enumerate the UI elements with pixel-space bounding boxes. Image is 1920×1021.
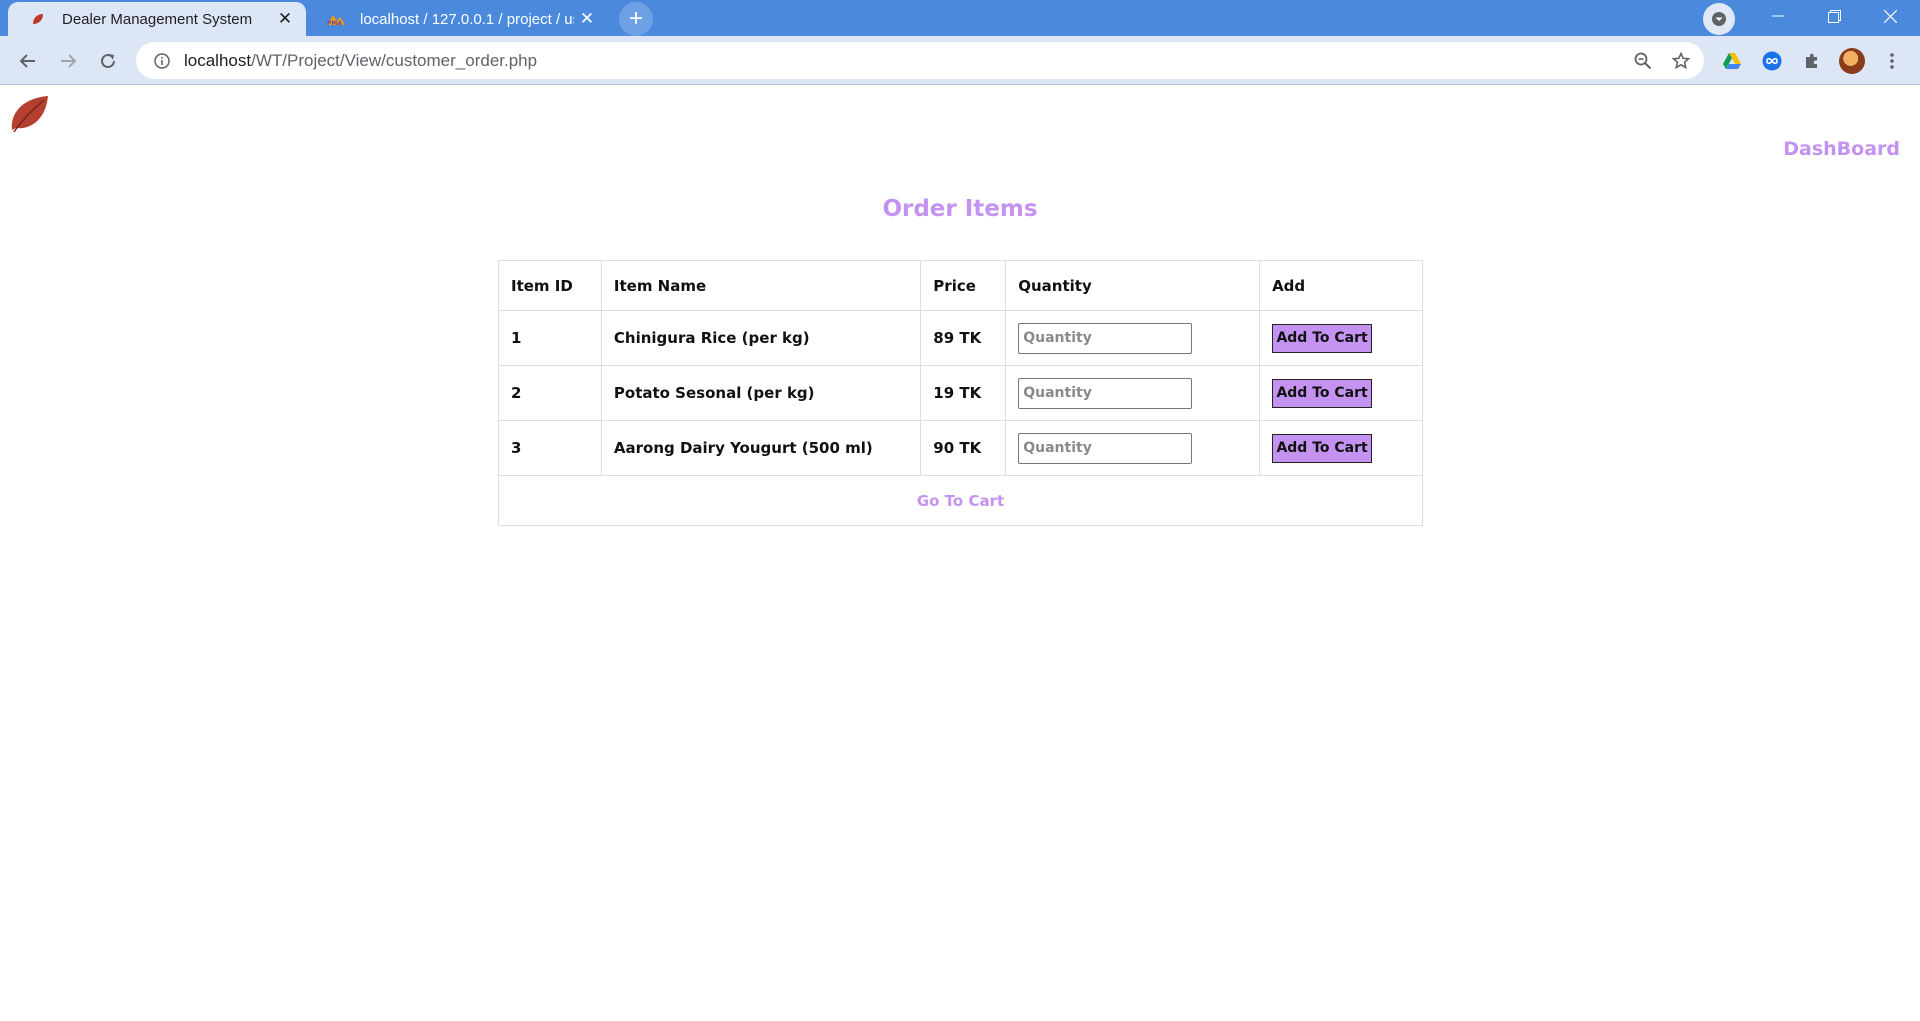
restore-icon[interactable] <box>1806 0 1862 32</box>
item-id-cell: 1 <box>498 310 602 366</box>
close-tab-icon[interactable]: ✕ <box>272 6 298 32</box>
quantity-cell <box>1005 365 1261 421</box>
minimize-icon[interactable] <box>1750 0 1806 32</box>
browser-toolbar: localhost/WT/Project/View/customer_order… <box>0 36 1920 85</box>
profile-avatar[interactable] <box>1836 45 1868 77</box>
quantity-input[interactable] <box>1018 432 1193 464</box>
extensions-puzzle-icon[interactable] <box>1796 45 1828 77</box>
add-cell: Add To Cart <box>1259 420 1423 476</box>
new-tab-button[interactable]: + <box>619 2 653 36</box>
go-to-cart-link[interactable]: Go To Cart <box>917 492 1004 510</box>
item-name-cell: Aarong Dairy Yougurt (500 ml) <box>600 420 922 476</box>
header-item-id: Item ID <box>498 260 602 311</box>
close-window-icon[interactable] <box>1862 0 1918 32</box>
site-info-icon[interactable] <box>140 52 184 69</box>
tab-phpmyadmin[interactable]: PMA localhost / 127.0.0.1 / project / us… <box>312 2 608 36</box>
header-add: Add <box>1259 260 1423 311</box>
zoom-icon[interactable] <box>1628 46 1658 76</box>
table-row: 3 Aarong Dairy Yougurt (500 ml) 90 TK Ad… <box>498 420 1423 476</box>
leaf-favicon-icon <box>28 11 48 27</box>
reload-icon[interactable] <box>92 45 124 77</box>
bookmark-star-icon[interactable] <box>1666 46 1696 76</box>
leaf-logo-icon[interactable] <box>8 92 50 134</box>
table-row: 1 Chinigura Rice (per kg) 89 TK Add To C… <box>498 310 1423 366</box>
tab-title: Dealer Management System <box>62 10 253 28</box>
price-cell: 90 TK <box>920 420 1007 476</box>
table-row: 2 Potato Sesonal (per kg) 19 TK Add To C… <box>498 365 1423 421</box>
tab-search-icon[interactable] <box>1703 3 1735 35</box>
footer-cell: Go To Cart <box>498 475 1423 526</box>
item-name-cell: Chinigura Rice (per kg) <box>600 310 922 366</box>
quantity-cell <box>1005 310 1261 366</box>
dashboard-link[interactable]: DashBoard <box>1783 138 1900 160</box>
item-name-cell: Potato Sesonal (per kg) <box>600 365 922 421</box>
avatar-image <box>1839 48 1865 74</box>
url-text: localhost/WT/Project/View/customer_order… <box>184 51 537 71</box>
add-to-cart-button[interactable]: Add To Cart <box>1272 378 1373 408</box>
phpmyadmin-favicon-icon: PMA <box>326 11 346 27</box>
tab-title: localhost / 127.0.0.1 / project / us <box>360 10 574 28</box>
add-cell: Add To Cart <box>1259 310 1423 366</box>
quantity-input[interactable] <box>1018 377 1193 409</box>
add-cell: Add To Cart <box>1259 365 1423 421</box>
svg-text:PMA: PMA <box>327 20 342 26</box>
more-menu-icon[interactable] <box>1876 45 1908 77</box>
header-item-name: Item Name <box>600 260 922 311</box>
tab-dealer-management[interactable]: Dealer Management System ✕ <box>8 2 306 36</box>
address-bar[interactable]: localhost/WT/Project/View/customer_order… <box>136 42 1704 79</box>
item-id-cell: 2 <box>498 365 602 421</box>
add-to-cart-button[interactable]: Add To Cart <box>1272 433 1373 463</box>
page-content: DashBoard Order Items Item ID Item Name … <box>0 86 1920 1021</box>
browser-tab-bar: Dealer Management System ✕ PMA localhost… <box>0 0 1920 36</box>
close-tab-icon[interactable]: ✕ <box>574 6 600 32</box>
table-footer-row: Go To Cart <box>498 475 1423 526</box>
forward-arrow-icon[interactable] <box>52 45 84 77</box>
url-host: localhost <box>184 50 252 70</box>
price-cell: 89 TK <box>920 310 1007 366</box>
google-drive-icon[interactable] <box>1716 45 1748 77</box>
table-header-row: Item ID Item Name Price Quantity Add <box>498 260 1423 311</box>
page-title: Order Items <box>882 196 1038 222</box>
item-id-cell: 3 <box>498 420 602 476</box>
infinity-extension-icon[interactable] <box>1756 45 1788 77</box>
price-cell: 19 TK <box>920 365 1007 421</box>
quantity-cell <box>1005 420 1261 476</box>
header-price: Price <box>920 260 1007 311</box>
order-items-table: Item ID Item Name Price Quantity Add 1 C… <box>498 260 1423 526</box>
quantity-input[interactable] <box>1018 322 1193 354</box>
url-path: /WT/Project/View/customer_order.php <box>251 50 538 70</box>
header-quantity: Quantity <box>1005 260 1261 311</box>
back-arrow-icon[interactable] <box>12 45 44 77</box>
add-to-cart-button[interactable]: Add To Cart <box>1272 323 1373 353</box>
